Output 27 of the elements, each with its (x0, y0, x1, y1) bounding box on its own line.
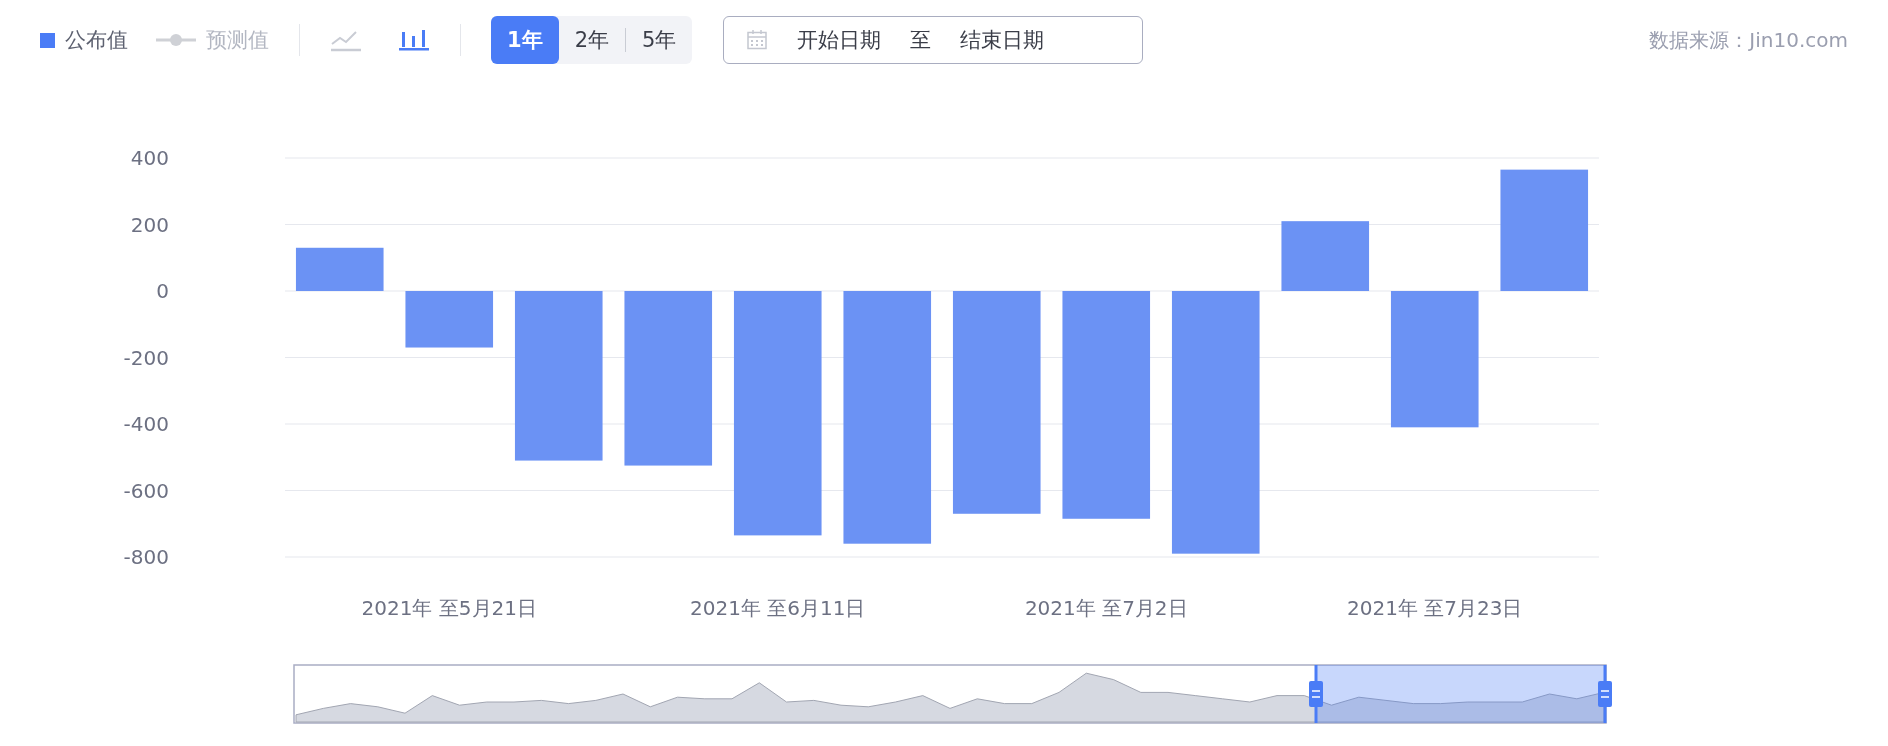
x-axis-label: 2021年 至7月2日 (1024, 596, 1188, 620)
y-axis-label: 200 (130, 212, 169, 237)
line-marker-icon (156, 33, 196, 47)
y-axis-label: -400 (123, 412, 169, 436)
square-icon (40, 32, 55, 48)
x-axis-label: 2021年 至6月11日 (690, 596, 866, 620)
slider-handle[interactable] (1309, 681, 1323, 707)
y-axis-label: 0 (156, 279, 169, 303)
range-slider[interactable] (293, 664, 1607, 724)
data-source: 数据来源：Jin10.com (1649, 26, 1848, 54)
y-axis-label: -800 (123, 545, 169, 569)
slider-handle[interactable] (1598, 681, 1612, 707)
end-date-input[interactable]: 结束日期 (945, 27, 1060, 53)
x-axis-label: 2021年 至7月23日 (1347, 596, 1523, 620)
bar-chart-icon[interactable] (398, 28, 430, 52)
range-tab[interactable]: 2年 (558, 16, 625, 64)
x-axis-label: 2021年 至5月21日 (361, 596, 537, 620)
y-axis-label: 400 (130, 146, 169, 170)
range-separator: 至 (910, 27, 932, 54)
line-chart-icon[interactable] (330, 28, 362, 52)
calendar-icon (746, 29, 769, 51)
y-axis-label: -200 (123, 345, 169, 370)
start-date-input[interactable]: 开始日期 (782, 27, 897, 53)
y-axis-label: -600 (123, 478, 169, 503)
legend-item[interactable]: 公布值 (40, 26, 128, 54)
range-tab[interactable]: 1年 (491, 16, 559, 64)
range-tab[interactable]: 5年 (626, 16, 693, 64)
